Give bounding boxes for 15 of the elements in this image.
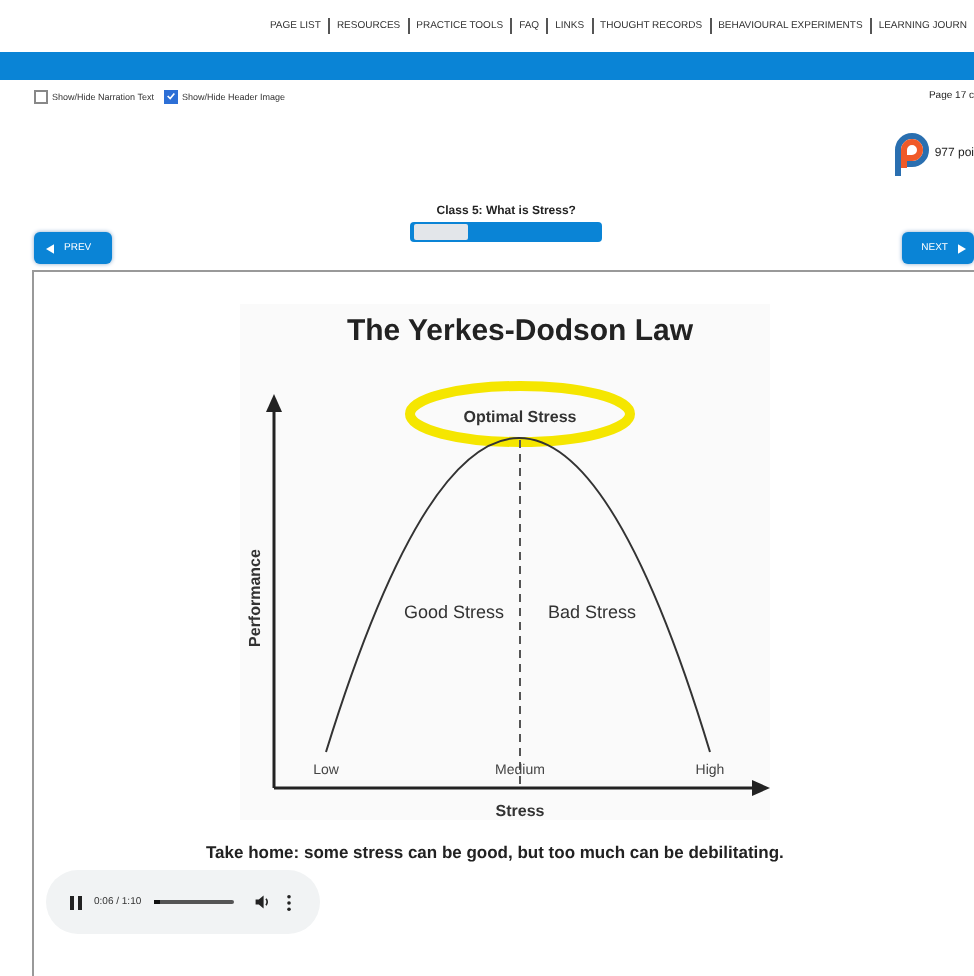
- more-icon[interactable]: [285, 893, 292, 911]
- curve-label: Good Stress: [403, 602, 505, 622]
- volume-icon[interactable]: [253, 894, 270, 910]
- caption-text: Take home: some stress can be good, but too much can be debilitating.: [206, 842, 784, 862]
- left-triangle-icon: [46, 243, 54, 253]
- logo-icon: [890, 130, 931, 178]
- right-triangle-icon: [958, 243, 966, 253]
- checkbox[interactable]: [34, 89, 48, 103]
- checkbox[interactable]: [163, 89, 178, 103]
- x-axis-title: Stress: [495, 802, 545, 820]
- curve-label: Bad Stress: [547, 602, 637, 622]
- pause-icon[interactable]: [70, 895, 82, 909]
- y-axis-title: Performance: [246, 549, 264, 647]
- peak-label: Optimal Stress: [463, 408, 577, 426]
- figure-title: The Yerkes-Dodson Law: [346, 314, 694, 348]
